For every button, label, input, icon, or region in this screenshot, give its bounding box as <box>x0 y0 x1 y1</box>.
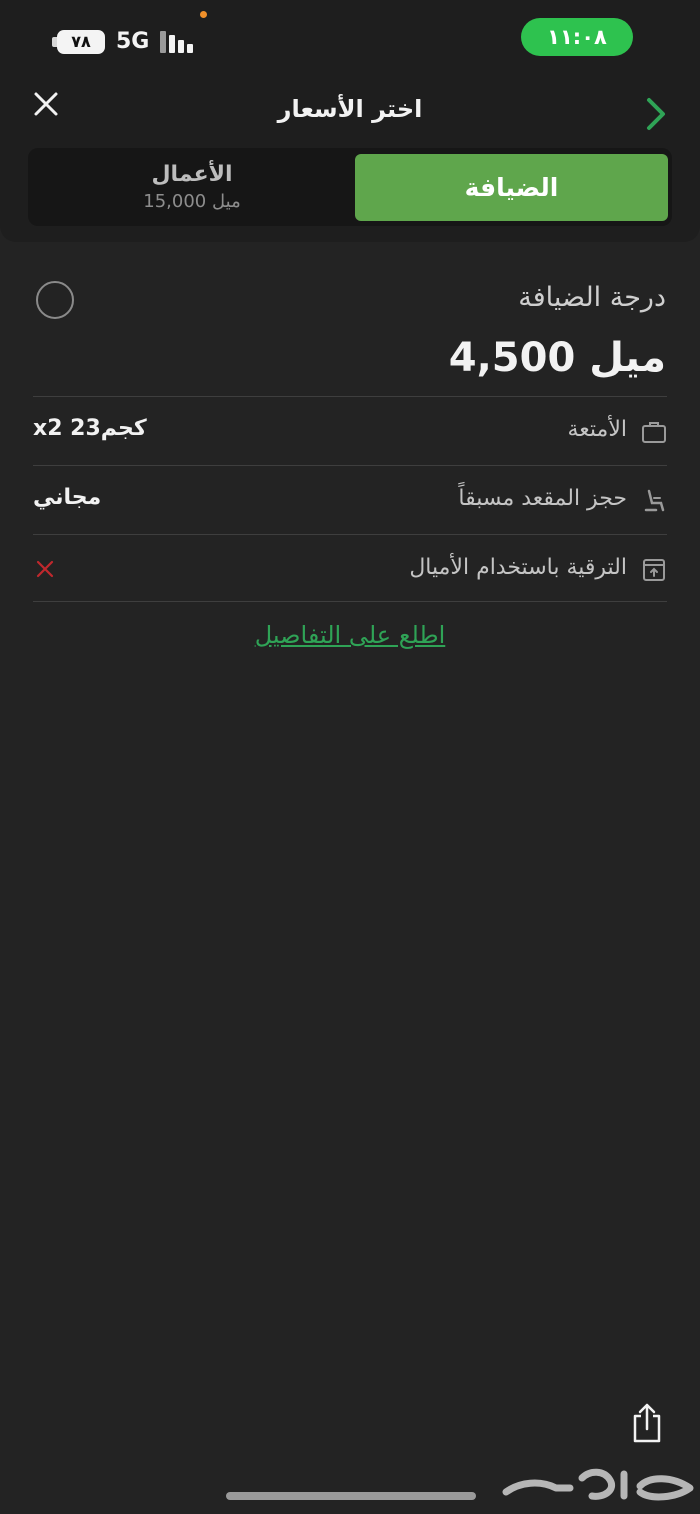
battery-indicator: ٧٨ <box>57 30 105 54</box>
haraj-watermark-logo <box>502 1468 694 1501</box>
signal-strength-icon <box>160 31 200 53</box>
next-button[interactable] <box>640 94 672 134</box>
upgrade-label: الترقية باستخدام الأميال <box>409 555 627 580</box>
seat-selection-value: مجاني <box>33 485 102 510</box>
suitcase-icon <box>642 422 666 443</box>
page-title: اختر الأسعار <box>277 95 423 123</box>
baggage-row: الأمتعة x2 23كجم <box>33 396 667 464</box>
seat-icon <box>644 489 665 512</box>
tab-economy[interactable]: الضيافة <box>355 154 668 221</box>
chevron-right-icon <box>647 98 665 130</box>
status-bar: ٧٨ 5G ١١:٠٨ <box>0 0 700 80</box>
tab-business-price: 15,000 ميل <box>143 191 241 212</box>
fare-select-radio[interactable] <box>36 281 74 319</box>
privacy-indicator-dot <box>200 11 207 18</box>
close-icon <box>34 92 58 116</box>
tab-business-label: الأعمال <box>151 162 233 187</box>
home-indicator[interactable] <box>226 1492 476 1500</box>
seat-selection-row: حجز المقعد مسبقاً مجاني <box>33 465 667 533</box>
tab-business[interactable]: الأعمال 15,000 ميل <box>34 154 350 221</box>
close-button[interactable] <box>30 88 62 120</box>
status-clock: ١١:٠٨ <box>521 18 633 56</box>
baggage-label: الأمتعة <box>567 417 628 442</box>
fare-class-name: درجة الضيافة <box>518 282 666 313</box>
fare-class-tabs: الأعمال 15,000 ميل الضيافة <box>28 148 672 226</box>
header: اختر الأسعار الأعمال 15,000 ميل الضيافة <box>0 80 700 242</box>
upgrade-icon <box>643 559 665 581</box>
fare-selection-screen: ٧٨ 5G ١١:٠٨ اختر الأسعار الأعمال 15,000 … <box>0 0 700 1514</box>
network-label: 5G <box>116 29 150 54</box>
upgrade-row: الترقية باستخدام الأميال <box>33 534 667 602</box>
cross-icon <box>36 560 54 578</box>
view-details-link[interactable]: اطلع على التفاصيل <box>0 621 700 649</box>
seat-selection-label: حجز المقعد مسبقاً <box>458 486 627 511</box>
tab-economy-label: الضيافة <box>464 173 559 202</box>
fare-price: 4,500 ميل <box>448 335 666 381</box>
baggage-value: x2 23كجم <box>33 416 147 441</box>
share-icon <box>633 1403 661 1443</box>
share-button[interactable] <box>630 1402 664 1444</box>
